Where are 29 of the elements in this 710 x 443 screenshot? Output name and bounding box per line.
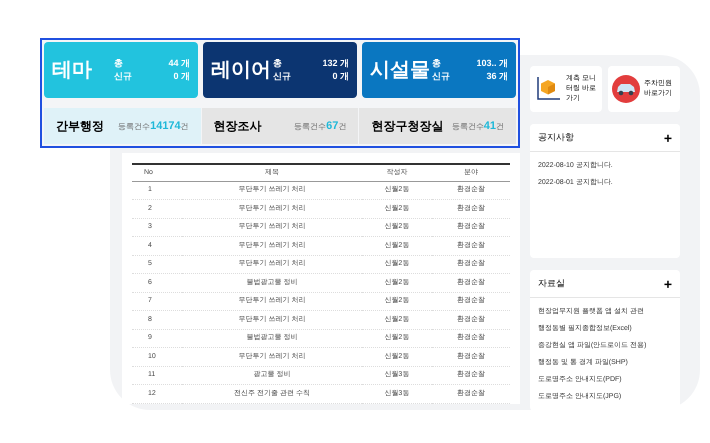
stat-label: 신규 <box>432 70 450 83</box>
card-title: 시설물 <box>370 58 431 83</box>
add-button[interactable]: + <box>664 130 672 144</box>
stat-value: 0 개 <box>331 70 349 83</box>
card-title: 레이어 <box>211 58 272 83</box>
registered-count: 등록건수67건 <box>294 118 346 134</box>
card-title: 테마 <box>52 58 93 83</box>
stat-value: 44 개 <box>167 56 190 70</box>
car-icon <box>612 75 640 103</box>
tab-label: 현장조사 <box>214 118 262 135</box>
count-tab[interactable]: 간부행정 등록건수14174건 <box>44 108 201 144</box>
stat-label: 신규 <box>273 70 291 83</box>
stat-value: 36 개 <box>485 70 508 83</box>
panel-title: 공지사항 <box>538 130 574 144</box>
registered-count: 등록건수14174건 <box>118 118 189 134</box>
stat-label: 총 <box>114 56 124 70</box>
count-tab[interactable]: 현장조사 등록건수67건 <box>202 108 358 144</box>
stat-label: 총 <box>273 56 283 70</box>
stat-value: 103.. 개 <box>475 56 508 70</box>
stat-label: 총 <box>432 56 442 70</box>
tab-label: 간부행정 <box>56 118 104 135</box>
stat-value: 132 개 <box>321 56 349 70</box>
stat-value: 0 개 <box>172 70 190 83</box>
panel-title: 자료실 <box>538 276 565 290</box>
registered-count: 등록건수41건 <box>452 118 504 134</box>
add-button[interactable]: + <box>664 276 672 290</box>
count-tab[interactable]: 현장구청장실 등록건수41건 <box>359 108 516 144</box>
tab-label: 현장구청장실 <box>371 118 444 135</box>
stat-label: 신규 <box>114 70 132 83</box>
